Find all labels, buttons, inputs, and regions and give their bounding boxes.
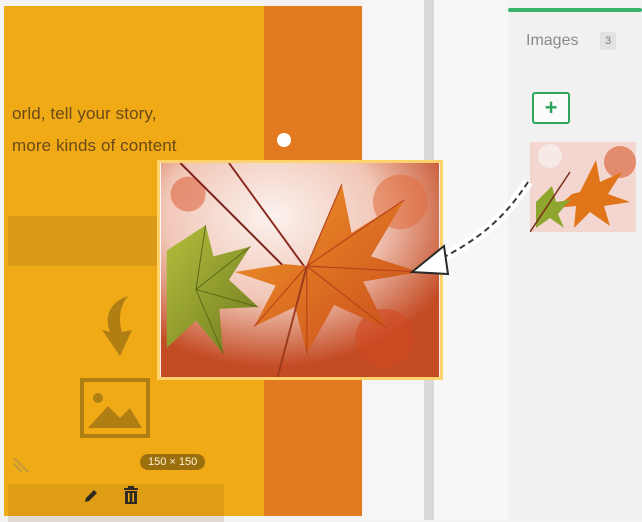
editor-canvas: orld, tell your story, more kinds of con… xyxy=(0,0,642,522)
size-badge: 150 × 150 xyxy=(140,454,206,470)
plus-icon: + xyxy=(544,95,558,120)
image-thumbnail[interactable] xyxy=(530,142,636,232)
dragged-image-preview[interactable] xyxy=(157,160,443,380)
body-text-line-1: orld, tell your story, xyxy=(12,104,157,123)
maple-leaf-thumbnail-image xyxy=(530,142,636,232)
rotate-icon[interactable] xyxy=(277,133,291,147)
resize-handle-icon[interactable] xyxy=(12,456,30,474)
pencil-icon[interactable] xyxy=(82,487,100,505)
panel-title: Images xyxy=(526,32,579,49)
body-text-line-2: more kinds of content xyxy=(12,136,177,155)
image-placeholder-icon[interactable] xyxy=(80,294,154,442)
add-image-button[interactable]: + xyxy=(532,92,570,124)
panel-active-indicator xyxy=(508,8,642,12)
maple-leaf-image xyxy=(160,163,440,377)
drag-arrow-icon xyxy=(409,179,533,276)
trash-icon[interactable] xyxy=(122,486,140,506)
panel-count-badge: 3 xyxy=(600,32,616,50)
block-toolbar xyxy=(8,484,224,522)
